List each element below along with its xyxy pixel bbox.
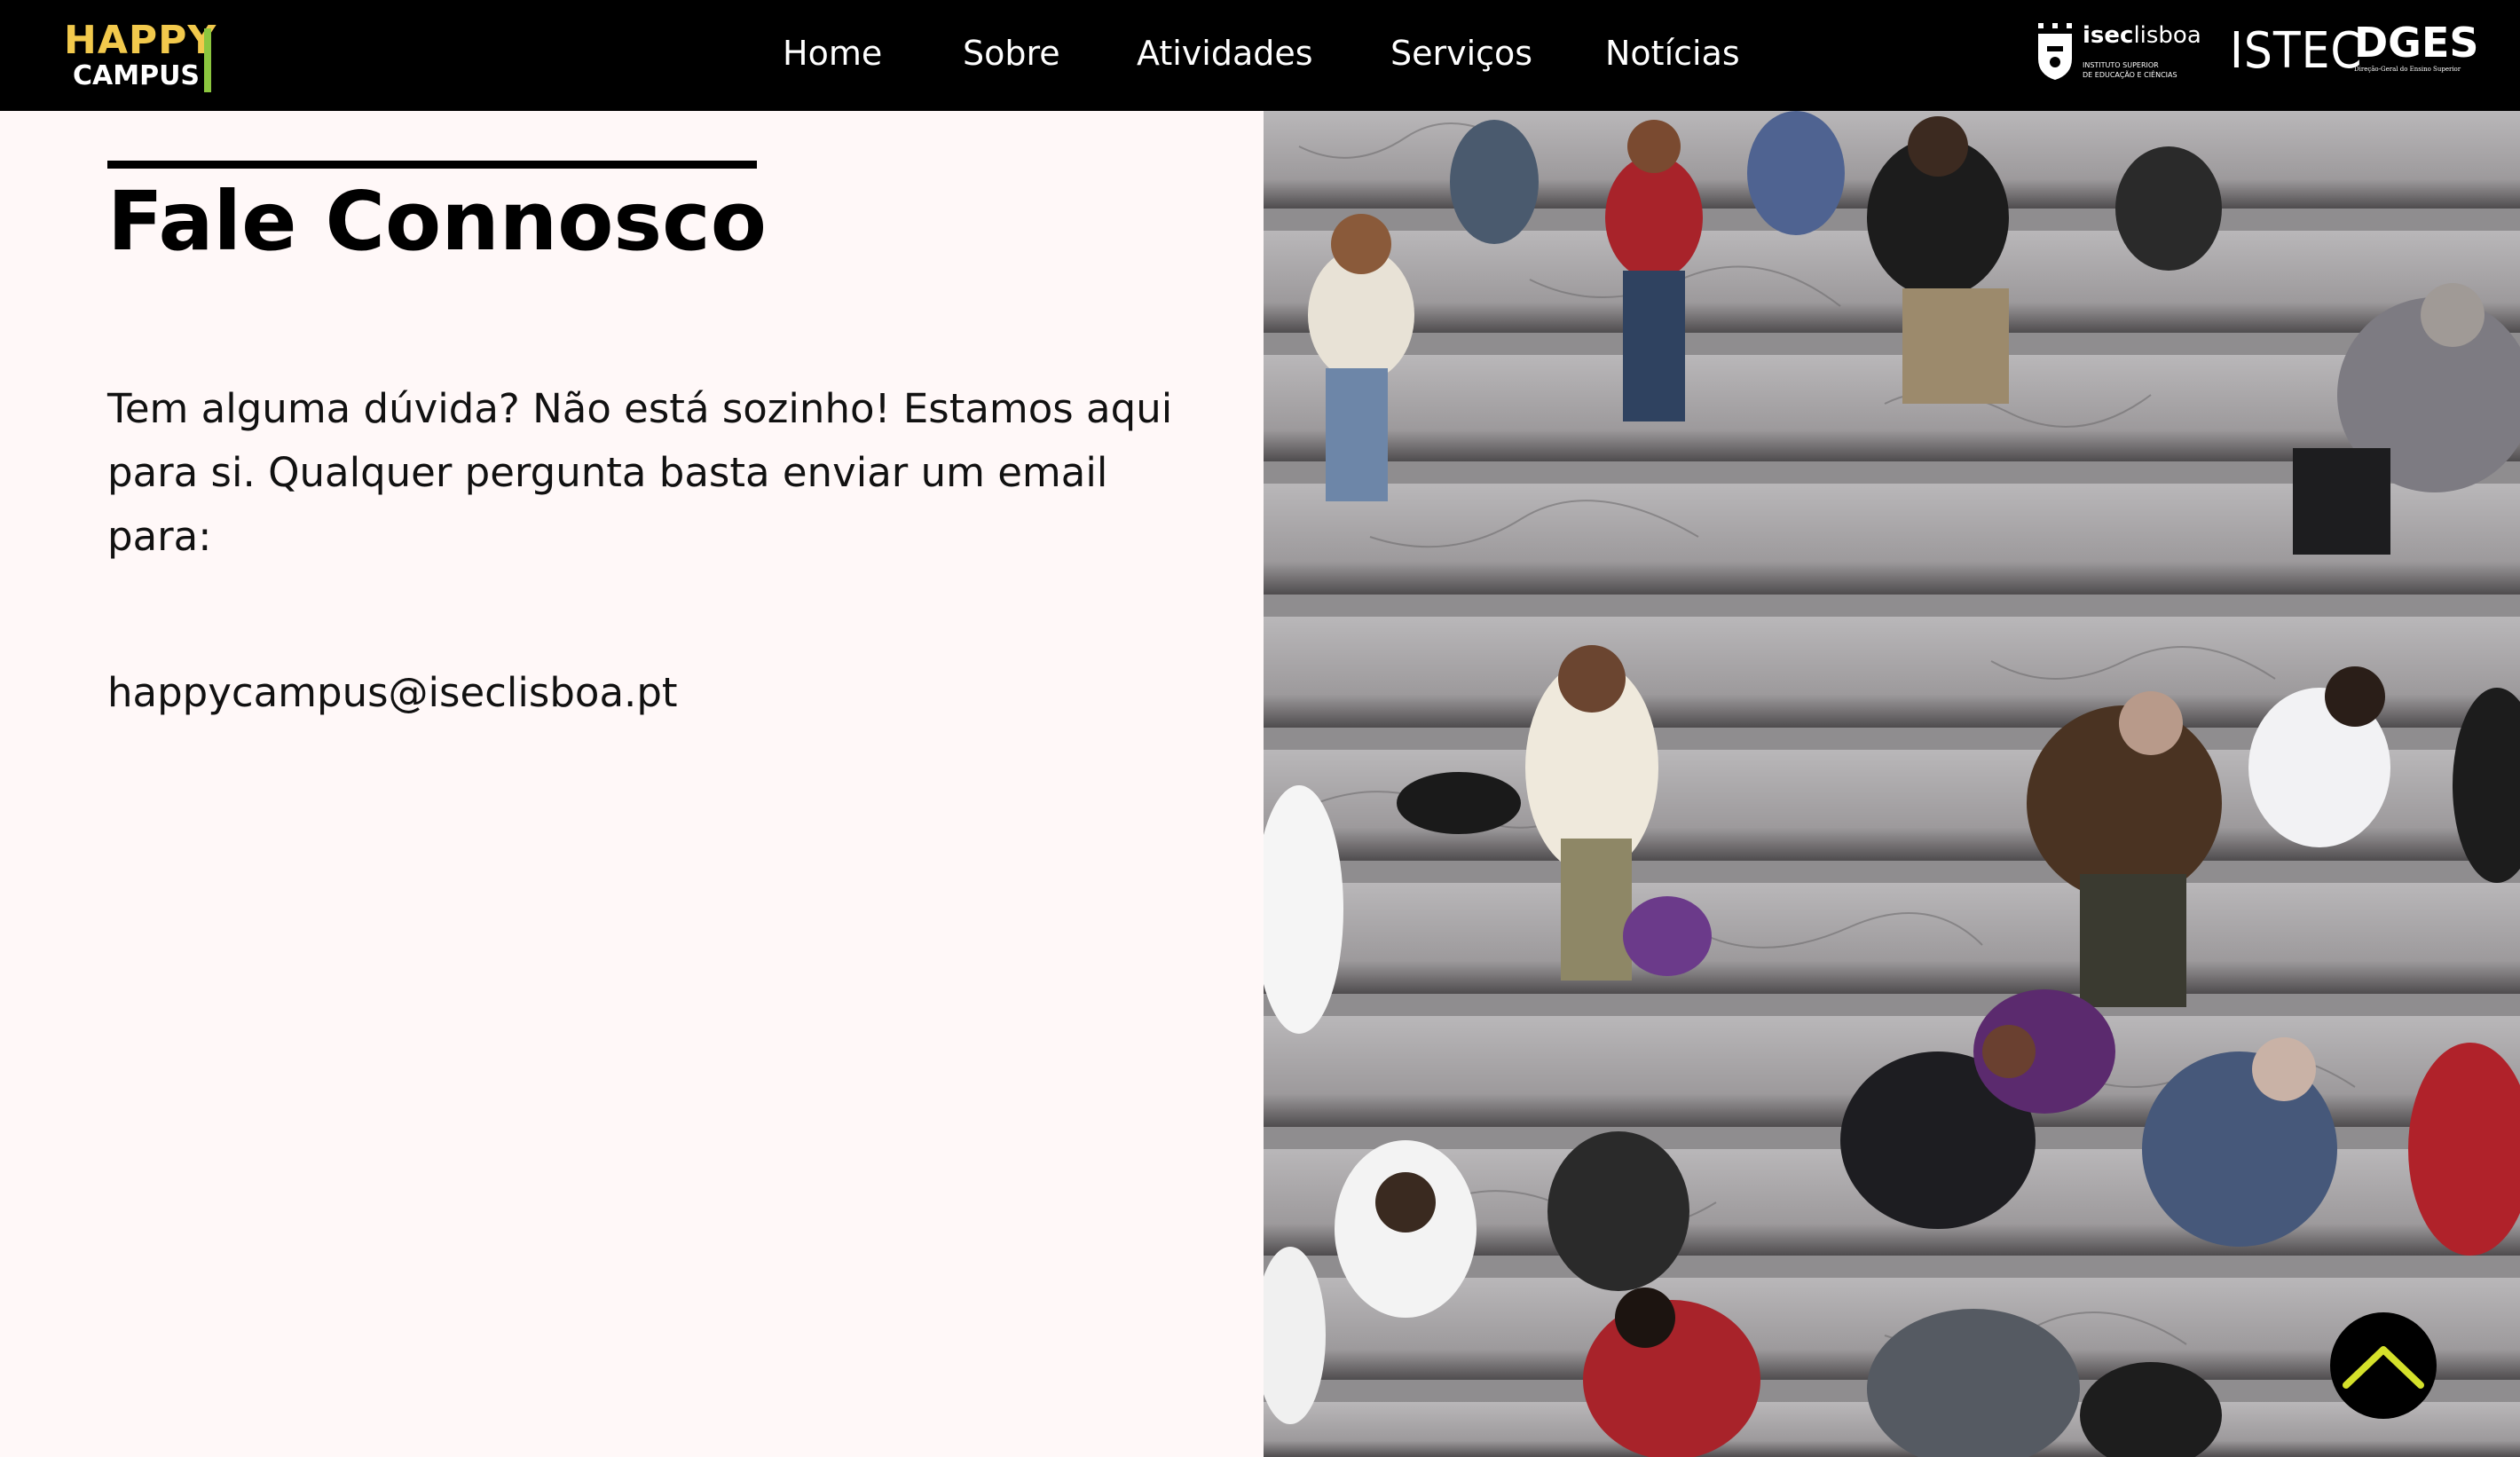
iseclisboa-name: iseclisboa [2083, 22, 2201, 49]
contact-section: Fale Connosco Tem alguma dúvida? Não est… [0, 111, 1264, 1457]
page-title: Fale Connosco [107, 174, 767, 269]
dges-text: DGES [2354, 19, 2479, 67]
crowd-on-stairs-image [1264, 111, 2520, 1457]
nav-item-sobre[interactable]: Sobre [963, 31, 1060, 75]
logo-campus-text: CAMPUS [73, 60, 201, 91]
contact-intro-text: Tem alguma dúvida? Não está sozinho! Est… [107, 385, 1173, 560]
nav-item-home[interactable]: Home [783, 31, 882, 75]
nav-item-noticias[interactable]: Notícias [1605, 31, 1740, 75]
nav-item-atividades[interactable]: Atividades [1137, 31, 1313, 75]
iseclisboa-subtitle: INSTITUTO SUPERIOR DE EDUCAÇÃO E CIÊNCIA… [2083, 61, 2177, 79]
dges-logo[interactable]: DGES Direção-Geral do Ensino Superior [2354, 18, 2487, 92]
top-navigation-bar: HAPPY CAMPUS Home Sobre Atividades Servi… [0, 0, 2520, 111]
heading-rule [107, 161, 757, 169]
istec-text: ISTEC [2230, 22, 2363, 80]
dges-subtitle: Direção-Geral do Ensino Superior [2354, 66, 2461, 73]
logo-happy-text: HAPPY [64, 18, 217, 63]
chevron-up-icon [2343, 1346, 2424, 1389]
iseclisboa-logo[interactable]: iseclisboa INSTITUTO SUPERIOR DE EDUCAÇÃ… [2036, 18, 2201, 92]
iseclisboa-shield-icon [2038, 23, 2072, 80]
happy-campus-logo[interactable]: HAPPY CAMPUS [64, 20, 224, 94]
stairs-photo-illustration [1264, 111, 2520, 1457]
logo-accent-bar [204, 28, 211, 92]
istec-logo[interactable]: ISTEC [2230, 18, 2362, 92]
scroll-to-top-button[interactable] [2330, 1312, 2437, 1419]
nav-item-servicos[interactable]: Serviços [1390, 31, 1532, 75]
contact-email-link[interactable]: happycampus@iseclisboa.pt [107, 661, 678, 725]
